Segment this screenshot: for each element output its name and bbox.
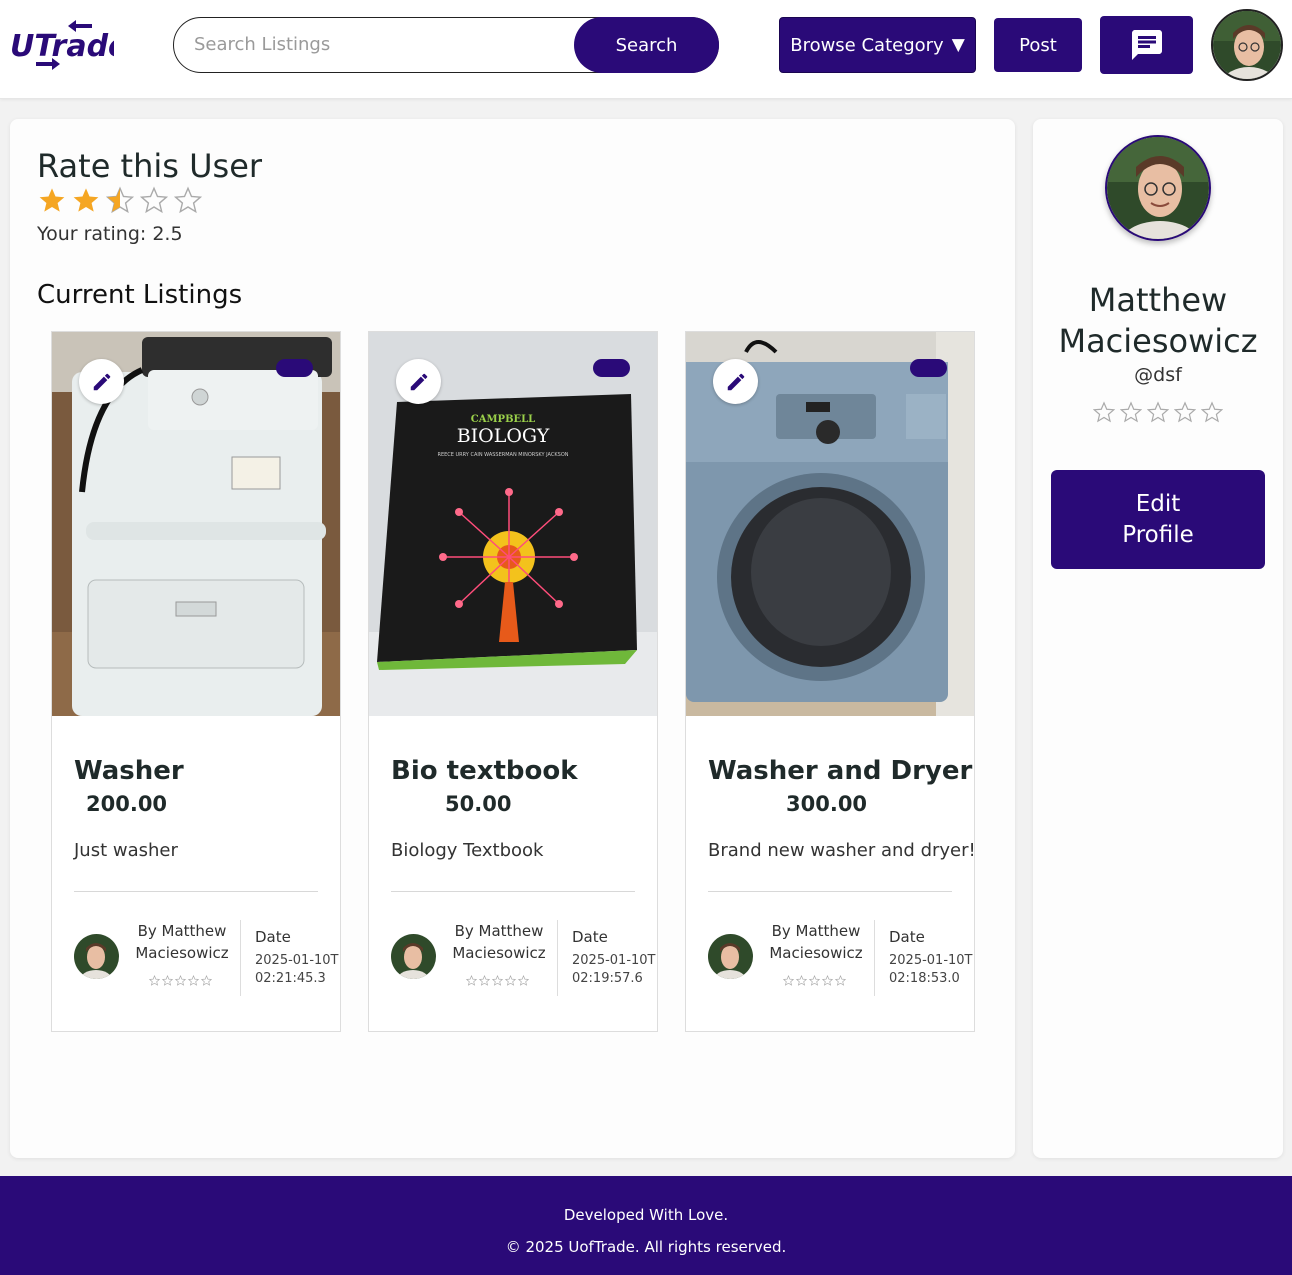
user-avatar[interactable] <box>1211 9 1283 81</box>
profile-panel: Matthew Maciesowicz @dsf Edit Profile <box>1033 119 1283 1158</box>
listing-description: Brand new washer and dryer! <box>708 840 976 861</box>
edit-profile-button[interactable]: Edit Profile <box>1051 470 1265 569</box>
search-button[interactable]: Search <box>574 17 719 73</box>
star-outline-icon <box>162 975 173 986</box>
svg-text:UTrade: UTrade <box>10 29 114 64</box>
listing-date: 2025-01-10T02:19:57.6 <box>572 953 656 986</box>
svg-text:CAMPBELL: CAMPBELL <box>471 414 535 425</box>
divider <box>391 891 635 892</box>
svg-text:BIOLOGY: BIOLOGY <box>457 425 550 447</box>
star-outline-icon <box>1174 401 1196 423</box>
profile-name: Matthew Maciesowicz <box>1058 281 1258 360</box>
divider <box>240 920 241 996</box>
star-outline-icon <box>1147 401 1169 423</box>
divider <box>74 891 318 892</box>
star-outline-icon <box>796 975 807 986</box>
pencil-icon <box>93 373 110 390</box>
footer-tagline: Developed With Love. <box>563 1206 729 1224</box>
date-label: Date <box>572 928 608 946</box>
star-icon-1[interactable] <box>38 185 66 215</box>
post-button[interactable]: Post <box>994 18 1082 72</box>
star-outline-icon <box>809 975 820 986</box>
divider <box>557 920 558 996</box>
svg-text:REECE URRY CAIN WASSERMAN MINO: REECE URRY CAIN WASSERMAN MINORSKY JACKS… <box>437 452 568 458</box>
listing-description: Just washer <box>74 840 178 861</box>
star-outline-icon <box>835 975 846 986</box>
star-icon-2[interactable] <box>72 185 100 215</box>
seller-avatar <box>708 934 753 979</box>
search-bar: Search <box>173 17 719 73</box>
listing-title: Bio textbook <box>391 756 578 786</box>
listing-title: Washer and Dryer <box>708 756 973 786</box>
listing-price: 200.00 <box>86 792 168 816</box>
star-outline-icon <box>822 975 833 986</box>
profile-rating-stars <box>1093 401 1223 423</box>
edit-listing-button[interactable] <box>713 359 758 404</box>
date-label: Date <box>889 928 925 946</box>
date-label: Date <box>255 928 291 946</box>
footer-copyright: © 2025 UofTrade. All rights reserved. <box>505 1238 787 1256</box>
browse-category-label: Browse Category <box>790 34 944 56</box>
edit-listing-button[interactable] <box>79 359 124 404</box>
divider <box>708 891 952 892</box>
star-outline-icon <box>783 975 794 986</box>
current-listings-title: Current Listings <box>37 280 243 310</box>
listing-description: Biology Textbook <box>391 840 544 861</box>
seller-name: By Matthew Maciesowicz <box>452 922 546 962</box>
main-panel: Rate this User Your rating: 2.5 Current … <box>10 119 1015 1158</box>
seller-name: By Matthew Maciesowicz <box>135 922 229 962</box>
chat-icon <box>1131 30 1162 60</box>
seller-rating-stars <box>466 975 529 986</box>
star-outline-icon-5[interactable] <box>174 185 202 215</box>
browse-category-button[interactable]: Browse Category ▼ <box>779 17 976 73</box>
pencil-icon <box>410 373 427 390</box>
messages-button[interactable] <box>1100 16 1193 74</box>
seller-avatar <box>391 934 436 979</box>
star-half-icon-3[interactable] <box>106 185 134 215</box>
seller-name: By Matthew Maciesowicz <box>769 922 863 962</box>
rate-stars[interactable] <box>38 185 202 215</box>
listing-price: 300.00 <box>786 792 868 816</box>
status-badge <box>910 359 947 377</box>
listing-price: 50.00 <box>445 792 512 816</box>
star-outline-icon <box>505 975 516 986</box>
star-outline-icon <box>201 975 212 986</box>
utrade-logo[interactable]: UTrade <box>8 18 128 72</box>
star-outline-icon-4[interactable] <box>140 185 168 215</box>
star-outline-icon <box>1201 401 1223 423</box>
listing-card[interactable]: Washer 200.00 Just washer By Matthew Mac… <box>51 331 341 1032</box>
seller-avatar <box>74 934 119 979</box>
star-outline-icon <box>1120 401 1142 423</box>
listing-card[interactable]: CAMPBELL BIOLOGY REECE URRY CAIN WASSERM… <box>368 331 658 1032</box>
caret-down-icon: ▼ <box>951 35 965 55</box>
listing-card[interactable]: Washer and Dryer 300.00 Brand new washer… <box>685 331 976 1032</box>
star-outline-icon <box>1093 401 1115 423</box>
divider <box>874 920 875 996</box>
star-outline-icon <box>518 975 529 986</box>
star-outline-icon <box>492 975 503 986</box>
pencil-icon <box>727 373 744 390</box>
listing-title: Washer <box>74 756 184 786</box>
edit-listing-button[interactable] <box>396 359 441 404</box>
rate-user-title: Rate this User <box>37 147 263 185</box>
your-rating-text: Your rating: 2.5 <box>37 223 183 245</box>
status-badge <box>276 359 313 377</box>
star-outline-icon <box>175 975 186 986</box>
listing-date: 2025-01-10T02:18:53.0 <box>889 953 973 986</box>
star-outline-icon <box>149 975 160 986</box>
footer: Developed With Love. © 2025 UofTrade. Al… <box>0 1176 1292 1275</box>
profile-handle: @dsf <box>1134 364 1182 386</box>
status-badge <box>593 359 630 377</box>
top-nav: UTrade Search Browse Category ▼ Post <box>0 0 1292 99</box>
search-input[interactable] <box>194 18 564 71</box>
profile-avatar <box>1105 135 1211 241</box>
listing-date: 2025-01-10T02:21:45.3 <box>255 953 339 986</box>
seller-rating-stars <box>783 975 846 986</box>
star-outline-icon <box>188 975 199 986</box>
star-outline-icon <box>466 975 477 986</box>
seller-rating-stars <box>149 975 212 986</box>
star-outline-icon <box>479 975 490 986</box>
